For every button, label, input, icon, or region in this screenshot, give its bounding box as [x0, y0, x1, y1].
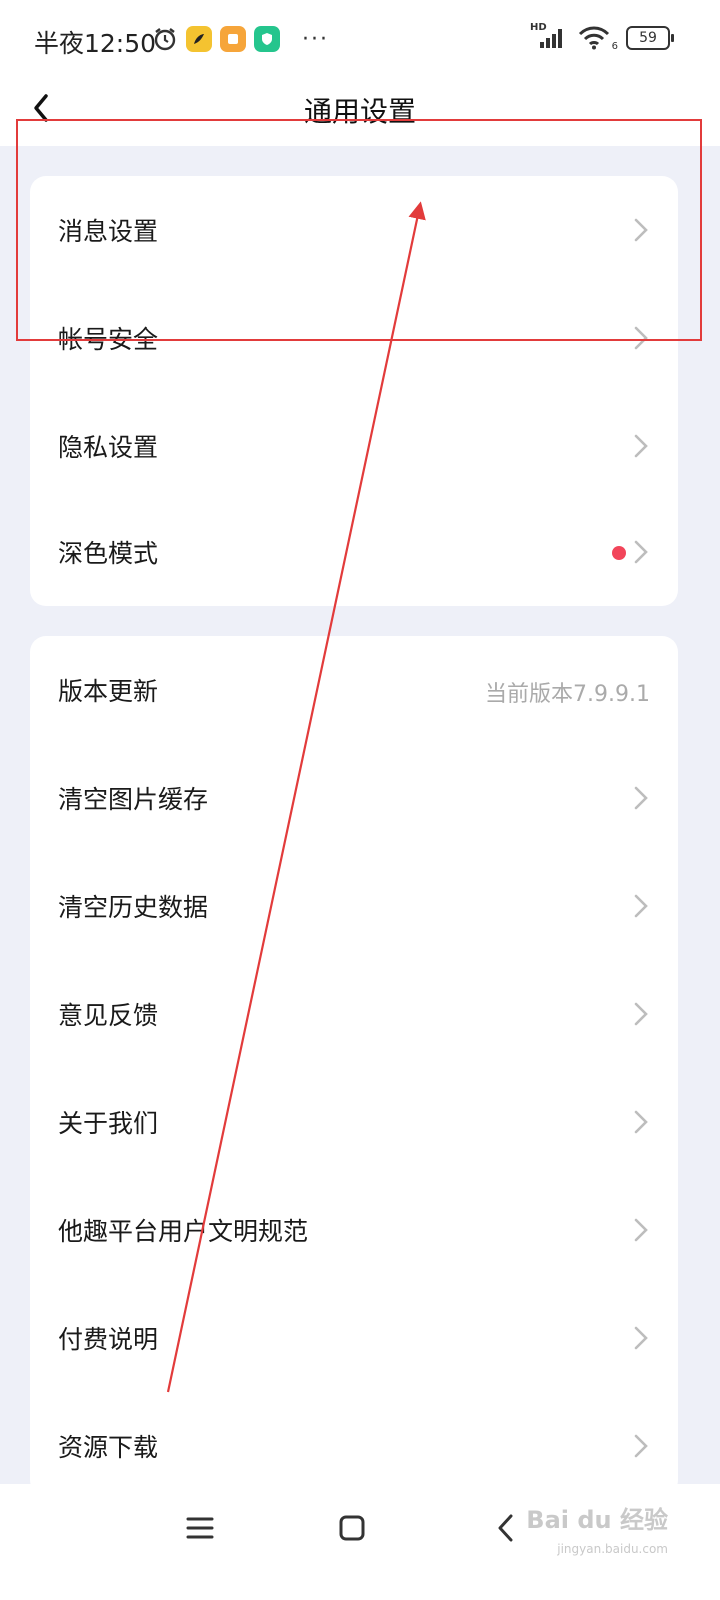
- row-message-settings[interactable]: 消息设置: [30, 176, 678, 284]
- back-chevron-icon: [498, 1514, 513, 1542]
- app-header: 通用设置: [0, 80, 720, 146]
- row-about-us[interactable]: 关于我们: [30, 1068, 678, 1176]
- menu-button[interactable]: [180, 1508, 220, 1548]
- row-label: 消息设置: [58, 217, 159, 246]
- chevron-right-icon: [634, 1434, 648, 1458]
- wifi-icon: 6: [578, 26, 618, 52]
- wifi-sub-label: 6: [611, 41, 618, 52]
- row-label: 意见反馈: [58, 1001, 159, 1030]
- row-account-security[interactable]: 帐号安全: [30, 284, 678, 392]
- battery-icon: 59: [626, 26, 674, 50]
- app-green-shield-icon: [254, 26, 280, 52]
- row-label: 帐号安全: [58, 325, 159, 354]
- row-label: 付费说明: [58, 1325, 159, 1354]
- signal-icon: HD: [530, 22, 566, 50]
- current-version-value: 当前版本7.9.9.1: [485, 682, 650, 707]
- watermark-url: jingyan.baidu.com: [557, 1542, 668, 1556]
- row-label: 深色模式: [58, 539, 159, 568]
- chevron-right-icon: [634, 894, 648, 918]
- chevron-right-icon: [634, 218, 648, 242]
- chevron-right-icon: [634, 1218, 648, 1242]
- row-dark-mode[interactable]: 深色模式: [30, 498, 678, 606]
- app-yellow-icon: [186, 26, 212, 52]
- row-label: 版本更新: [58, 677, 159, 706]
- status-notification-icons: ···: [152, 26, 329, 52]
- system-back-button[interactable]: [486, 1508, 526, 1548]
- row-label: 资源下载: [58, 1433, 159, 1462]
- status-bar: 半夜12:50 ··· HD 6 59: [0, 0, 720, 80]
- row-payment-info[interactable]: 付费说明: [30, 1284, 678, 1392]
- row-feedback[interactable]: 意见反馈: [30, 960, 678, 1068]
- home-square-icon: [339, 1515, 365, 1541]
- chevron-right-icon: [634, 1002, 648, 1026]
- more-notifications-icon: ···: [302, 26, 329, 52]
- watermark-logo: Bai du 经验: [526, 1506, 668, 1534]
- row-clear-image-cache[interactable]: 清空图片缓存: [30, 744, 678, 852]
- chevron-right-icon: [634, 786, 648, 810]
- page-title: 通用设置: [303, 95, 416, 128]
- row-label: 关于我们: [58, 1109, 159, 1138]
- chevron-right-icon: [634, 326, 648, 350]
- row-label: 隐私设置: [58, 433, 159, 462]
- new-badge-dot: [612, 546, 626, 560]
- chevron-right-icon: [634, 434, 648, 458]
- chevron-right-icon: [634, 540, 648, 564]
- menu-icon: [186, 1517, 214, 1539]
- row-clear-history[interactable]: 清空历史数据: [30, 852, 678, 960]
- home-button[interactable]: [332, 1508, 372, 1548]
- row-privacy-settings[interactable]: 隐私设置: [30, 392, 678, 500]
- status-system-icons: HD 6 59: [530, 22, 674, 52]
- row-label: 清空图片缓存: [58, 785, 209, 814]
- settings-group-account: 消息设置 帐号安全 隐私设置 深色模式: [30, 176, 678, 606]
- app-orange-icon: [220, 26, 246, 52]
- row-version-update[interactable]: 版本更新 当前版本7.9.9.1: [30, 636, 678, 744]
- row-civility-rules[interactable]: 他趣平台用户文明规范: [30, 1176, 678, 1284]
- chevron-right-icon: [634, 1326, 648, 1350]
- row-label: 清空历史数据: [58, 893, 209, 922]
- row-label: 他趣平台用户文明规范: [58, 1217, 309, 1246]
- alarm-icon: [152, 26, 178, 52]
- status-time: 半夜12:50: [34, 29, 157, 58]
- settings-group-general: 版本更新 当前版本7.9.9.1 清空图片缓存 清空历史数据 意见反馈 关于我们…: [30, 636, 678, 1496]
- chevron-right-icon: [634, 1110, 648, 1134]
